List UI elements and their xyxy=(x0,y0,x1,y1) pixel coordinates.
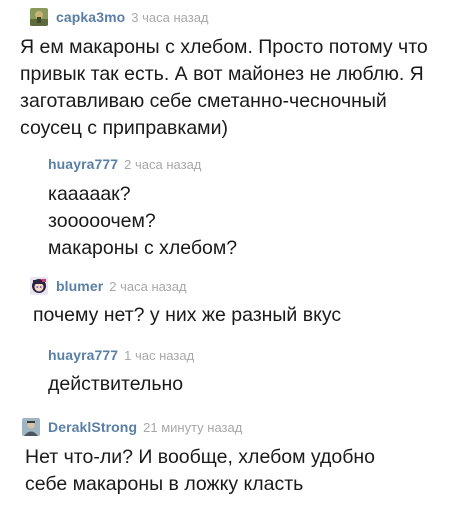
comment-line: зооооочем? xyxy=(48,210,156,232)
comment-line: привык так есть. А вот майонез не люблю.… xyxy=(20,63,424,85)
avatar-landscape-icon[interactable] xyxy=(30,8,48,26)
comment-timestamp[interactable]: 2 часа назад xyxy=(109,279,186,294)
username-link[interactable]: blumer xyxy=(56,278,103,294)
username-link[interactable]: huayra777 xyxy=(48,156,118,172)
comment-reply: huayra777 1 час назад действительно xyxy=(48,344,472,398)
comment-line: заготавливаю себе сметанно-чесночный xyxy=(20,90,387,112)
comment-line: кааааак? xyxy=(48,183,131,205)
avatar-portrait-icon[interactable] xyxy=(22,418,40,436)
comment-text: действительно xyxy=(48,371,472,398)
comment-header: blumer 2 часа назад xyxy=(30,275,472,297)
comment-header: сapka3mo 3 часа назад xyxy=(30,6,472,28)
comment-line: макароны с хлебом? xyxy=(48,237,238,259)
comment-timestamp[interactable]: 1 час назад xyxy=(124,348,194,363)
comment-line: себе макароны в ложку класть xyxy=(25,473,304,495)
username-link[interactable]: huayra777 xyxy=(48,347,118,363)
comment: DeraklStrong 21 минуту назад Нет что-ли?… xyxy=(22,416,472,498)
comment-line: соусец с приправками) xyxy=(20,117,228,139)
username-link[interactable]: DeraklStrong xyxy=(48,419,137,435)
comment-line: Я ем макароны с хлебом. Просто потому чт… xyxy=(20,36,428,58)
comment-timestamp[interactable]: 21 минуту назад xyxy=(143,420,242,435)
comment-reply: huayra777 2 часа назад кааааак? зоооооче… xyxy=(48,153,472,262)
avatar-anime-girl-icon[interactable] xyxy=(30,277,48,295)
comment-text: почему нет? у них же разный вкус xyxy=(33,302,472,329)
comment-text: Я ем макароны с хлебом. Просто потому чт… xyxy=(20,34,462,142)
comment-line: почему нет? у них же разный вкус xyxy=(33,304,342,326)
comment: blumer 2 часа назад почему нет? у них же… xyxy=(30,275,472,329)
comment: сapka3mo 3 часа назад Я ем макароны с хл… xyxy=(20,6,472,142)
comment-line: Нет что-ли? И вообще, хлебом удобно xyxy=(25,446,376,468)
comment-timestamp[interactable]: 3 часа назад xyxy=(131,10,208,25)
comment-header: huayra777 2 часа назад xyxy=(48,153,472,175)
comment-header: DeraklStrong 21 минуту назад xyxy=(22,416,472,438)
comment-header: huayra777 1 час назад xyxy=(48,344,472,366)
comment-text: кааааак? зооооочем? макароны с хлебом? xyxy=(48,181,472,262)
comment-timestamp[interactable]: 2 часа назад xyxy=(124,157,201,172)
username-link[interactable]: сapka3mo xyxy=(56,9,125,25)
comment-line: действительно xyxy=(48,373,184,395)
comment-text: Нет что-ли? И вообще, хлебом удобно себе… xyxy=(25,444,472,498)
